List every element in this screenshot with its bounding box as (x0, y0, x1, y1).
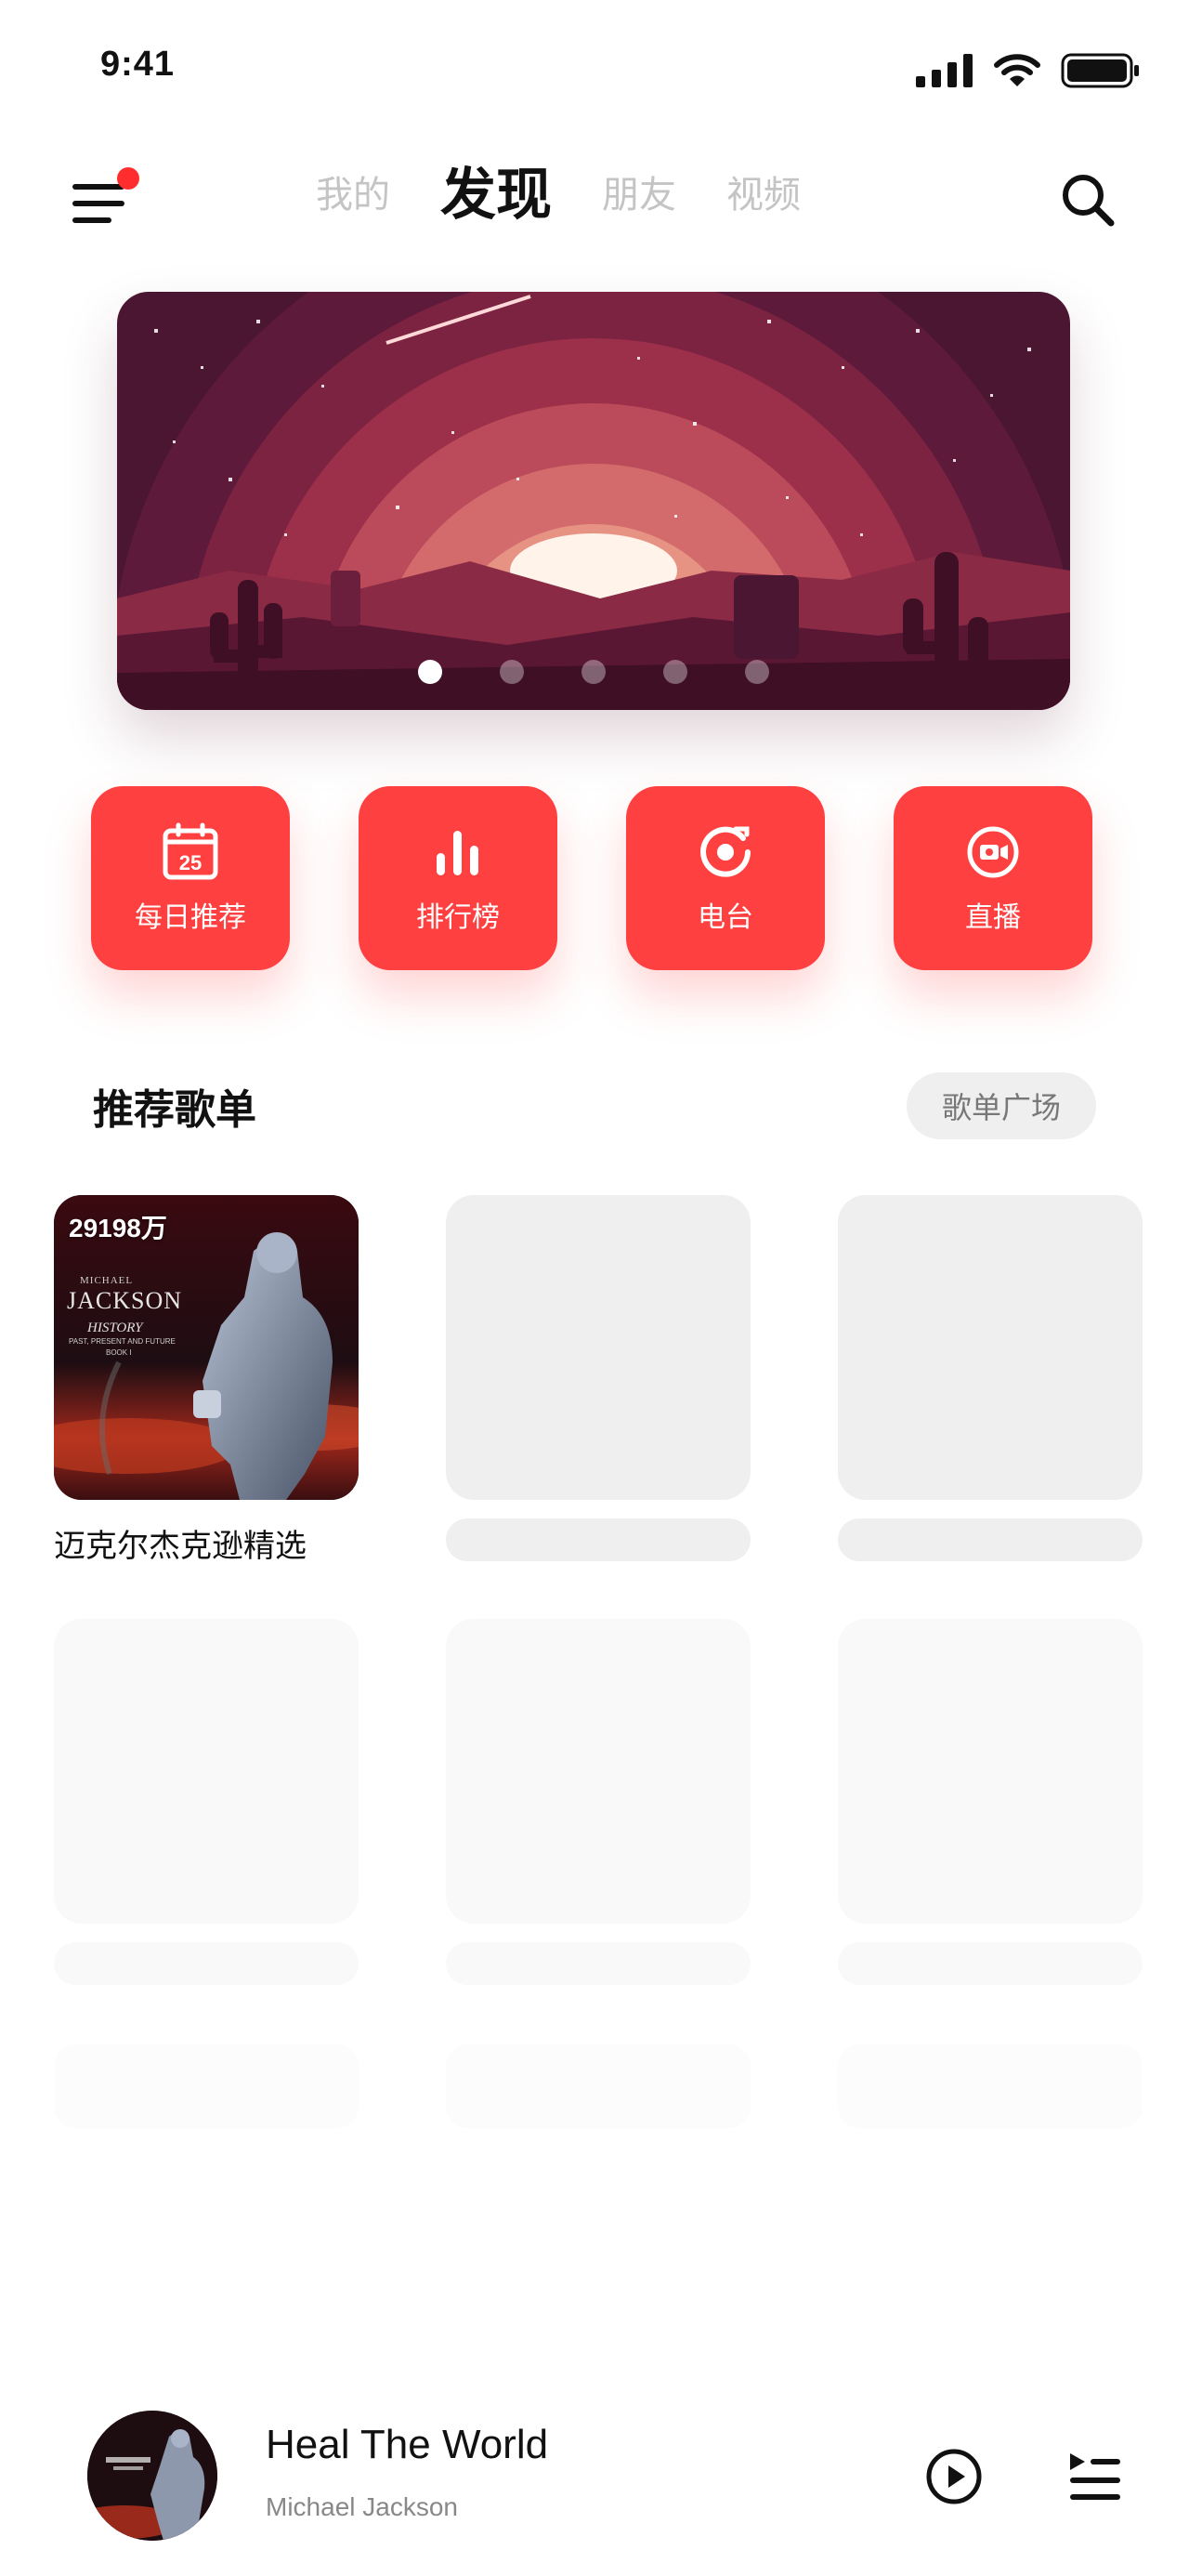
playlist-card-placeholder (838, 1619, 1143, 1924)
playlist-card-placeholder (54, 2044, 359, 2128)
carousel-dot[interactable] (418, 660, 442, 684)
daily-recommend-label: 每日推荐 (135, 901, 246, 934)
tab-mine[interactable]: 我的 (316, 158, 390, 232)
signal-icon (916, 54, 973, 87)
playlist-card-placeholder (54, 1619, 359, 1924)
carousel-dot[interactable] (500, 660, 524, 684)
tab-discover[interactable]: 发现 (440, 158, 552, 232)
playlist-card-placeholder (446, 2044, 751, 2128)
calendar-icon: 25 (163, 822, 218, 880)
live-button[interactable]: 直播 (894, 786, 1092, 970)
cover-artist-line: MICHAEL (80, 1275, 133, 1286)
playlist-title-placeholder (838, 1942, 1143, 1985)
playlist-card-placeholder (838, 1195, 1143, 1500)
cover-book-line: BOOK I (106, 1348, 132, 1357)
search-icon[interactable] (1057, 169, 1118, 230)
cover-subtitle-line: PAST, PRESENT AND FUTURE (69, 1337, 176, 1346)
notification-dot (117, 167, 139, 190)
status-bar: 9:41 (0, 0, 1189, 139)
carousel-dot[interactable] (745, 660, 769, 684)
now-playing-title[interactable]: Heal The World (266, 2422, 548, 2468)
tab-video[interactable]: 视频 (726, 158, 801, 232)
now-playing-cover-image (87, 2411, 217, 2541)
menu-icon-line (72, 217, 111, 223)
playlist-card[interactable]: MICHAEL JACKSON HISTORY PAST, PRESENT AN… (54, 1195, 359, 1500)
playlist-card-placeholder (446, 1195, 751, 1500)
live-label: 直播 (965, 901, 1021, 934)
status-icons (916, 52, 1141, 89)
wifi-icon (994, 54, 1040, 86)
carousel-dot[interactable] (581, 660, 606, 684)
carousel-dot[interactable] (663, 660, 687, 684)
mini-player[interactable]: Heal The World Michael Jackson (0, 2379, 1189, 2576)
battery-icon (1061, 53, 1139, 88)
radio-button[interactable]: 电台 (626, 786, 825, 970)
banner-carousel[interactable] (117, 292, 1070, 710)
playlist-queue-icon[interactable] (1065, 2450, 1122, 2504)
playlist-card-placeholder (446, 1619, 751, 1924)
play-count: 29198万 (69, 1214, 167, 1242)
tab-bar: 我的 发现 朋友 视频 (316, 158, 851, 232)
radio-icon (700, 826, 751, 877)
chart-bars-icon (437, 831, 478, 875)
section-title: 推荐歌单 (93, 1086, 256, 1134)
top-nav: 我的 发现 朋友 视频 (0, 149, 1189, 251)
charts-label: 排行榜 (416, 901, 500, 934)
calendar-day: 25 (179, 851, 202, 874)
tab-friends[interactable]: 朋友 (602, 158, 676, 232)
carousel-dots (117, 660, 1070, 684)
now-playing-artist: Michael Jackson (266, 2492, 458, 2521)
playlist-title-placeholder (446, 1942, 751, 1985)
menu-icon-line (72, 201, 124, 206)
playlist-title-placeholder (446, 1518, 751, 1561)
cover-title-line: JACKSON (67, 1287, 182, 1314)
charts-button[interactable]: 排行榜 (359, 786, 557, 970)
playlist-title-placeholder (838, 1518, 1143, 1561)
playlist-card-title[interactable]: 迈克尔杰克逊精选 (54, 1520, 359, 1566)
quick-actions: 25 每日推荐 排行榜 电台 直播 (91, 786, 1094, 972)
menu-button[interactable] (69, 167, 139, 232)
banner-image (117, 292, 1070, 710)
live-camera-icon (967, 826, 1019, 878)
daily-recommend-button[interactable]: 25 每日推荐 (91, 786, 290, 970)
now-playing-cover[interactable] (87, 2411, 217, 2541)
menu-icon (72, 184, 124, 190)
play-icon[interactable] (925, 2448, 983, 2505)
playlist-card-placeholder (838, 2044, 1143, 2128)
playlist-title-placeholder (54, 1942, 359, 1985)
status-time: 9:41 (100, 45, 176, 84)
playlist-square-button[interactable]: 歌单广场 (907, 1072, 1096, 1139)
cover-album-line: HISTORY (86, 1321, 144, 1335)
radio-label: 电台 (698, 901, 753, 934)
